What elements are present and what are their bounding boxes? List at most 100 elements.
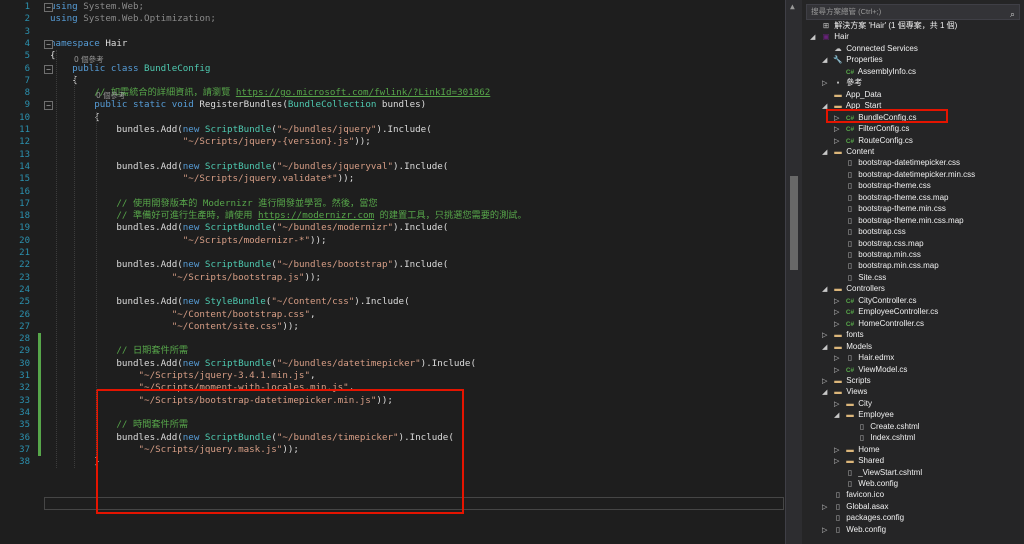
code-line[interactable]: "~/Scripts/jquery-3.4.1.min.js", xyxy=(50,370,316,382)
file-icon: ▯ xyxy=(847,181,853,191)
tree-item[interactable]: ▷ C# ViewModel.cs xyxy=(834,364,907,375)
tree-item[interactable]: ▯ bootstrap.min.css.map xyxy=(834,260,939,271)
tree-item[interactable]: ◢ ▣ Hair xyxy=(810,31,849,42)
code-line[interactable]: bundles.Add(new ScriptBundle("~/bundles/… xyxy=(50,124,431,136)
fold-collapse-icon[interactable]: − xyxy=(44,39,53,49)
tree-item[interactable]: ▯ packages.config xyxy=(822,512,904,523)
code-line[interactable]: // 使用開發版本的 Modernizr 進行開發並學習。然後，當您 xyxy=(50,198,377,210)
tree-item[interactable]: ▯ Index.cshtml xyxy=(846,432,915,443)
code-line[interactable]: // 準備好可進行生產時，請使用 https://modernizr.com 的… xyxy=(50,210,526,222)
collapsed-arrow-icon[interactable]: ▷ xyxy=(822,525,832,536)
tree-item[interactable]: ▯ Web.config xyxy=(834,478,898,489)
code-line[interactable]: public class BundleConfig xyxy=(50,63,210,75)
references-codelens[interactable]: 0 個參考 xyxy=(74,55,104,64)
expanded-arrow-icon[interactable]: ◢ xyxy=(834,410,844,421)
tree-item[interactable]: ◢ ▬ App_Start xyxy=(822,100,881,111)
code-line[interactable]: using System.Web.Optimization; xyxy=(50,13,216,25)
scrollbar-thumb[interactable] xyxy=(790,176,798,270)
code-line[interactable]: bundles.Add(new ScriptBundle("~/bundles/… xyxy=(50,259,448,271)
code-line[interactable]: using System.Web; xyxy=(50,1,144,13)
solution-search-input[interactable]: 搜尋方案總管 (Ctrl+;) ⌕ xyxy=(806,4,1020,20)
tree-item[interactable]: ▷ C# BundleConfig.cs xyxy=(834,112,916,123)
code-line[interactable]: namespace Hair xyxy=(50,38,127,50)
tree-item[interactable]: ▯ bootstrap.css xyxy=(834,226,906,237)
tree-item[interactable]: ▷ ▯ Hair.edmx xyxy=(834,352,894,363)
tree-item[interactable]: ▯ _ViewStart.cshtml xyxy=(834,467,922,478)
code-line[interactable]: bundles.Add(new ScriptBundle("~/bundles/… xyxy=(50,222,448,234)
tree-item[interactable]: ▷ ▪ 參考 xyxy=(822,77,862,88)
tree-item[interactable]: ▯ Create.cshtml xyxy=(846,421,920,432)
tree-item[interactable]: ◢ ▬ Controllers xyxy=(822,283,885,294)
tree-item[interactable]: ▯ bootstrap.min.css xyxy=(834,249,921,260)
code-line[interactable]: "~/Content/bootstrap.css", xyxy=(50,309,316,321)
code-line[interactable]: "~/Scripts/bootstrap-datetimepicker.min.… xyxy=(50,395,393,407)
code-line[interactable]: bundles.Add(new ScriptBundle("~/bundles/… xyxy=(50,358,476,370)
references-codelens[interactable]: 0 個參考 xyxy=(96,92,126,100)
tree-item[interactable]: C# AssemblyInfo.cs xyxy=(834,66,916,77)
tree-item[interactable]: ▷ C# CityController.cs xyxy=(834,295,916,306)
tree-item[interactable]: ▯ bootstrap-datetimepicker.min.css xyxy=(834,169,975,180)
tree-item[interactable]: ◢ ▬ Models xyxy=(822,341,872,352)
tree-item[interactable]: ◢ 🔧 Properties xyxy=(822,54,883,65)
fold-collapse-icon[interactable]: − xyxy=(44,101,53,111)
tree-item[interactable]: ▷ ▬ Shared xyxy=(834,455,884,466)
code-line[interactable]: "~/Scripts/modernizr-*")); xyxy=(50,235,327,247)
tree-item[interactable]: ▯ bootstrap.css.map xyxy=(834,238,924,249)
code-line[interactable]: "~/Scripts/bootstrap.js")); xyxy=(50,272,321,284)
tree-item[interactable]: ☁ Connected Services xyxy=(822,43,918,54)
code-line[interactable]: { xyxy=(50,50,56,62)
tree-item[interactable]: ▷ C# HomeController.cs xyxy=(834,318,924,329)
tree-item[interactable]: ▯ Site.css xyxy=(834,272,886,283)
file-icon: ▯ xyxy=(835,490,841,500)
code-link[interactable]: https://go.microsoft.com/fwlink/?LinkId=… xyxy=(236,87,490,98)
expanded-arrow-icon[interactable]: ◢ xyxy=(822,55,832,66)
editor-vertical-scrollbar[interactable]: ▲ xyxy=(785,0,802,544)
tree-item[interactable]: ▷ C# FilterConfig.cs xyxy=(834,123,909,134)
search-icon[interactable]: ⌕ xyxy=(1010,7,1015,21)
code-token: )); xyxy=(309,234,327,246)
code-editor[interactable]: 1 2 3 4 5 6 7 8 9 10 11 12 13 14 15 16 17 18 19 20 21 22 23 24 2… xyxy=(0,0,785,544)
tree-item[interactable]: ▯ bootstrap-datetimepicker.css xyxy=(834,157,960,168)
tree-item[interactable]: ◢ ▬ Views xyxy=(822,386,867,397)
expanded-arrow-icon[interactable]: ◢ xyxy=(822,147,832,158)
tree-item[interactable]: ▯ favicon.ico xyxy=(822,489,884,500)
tree-item[interactable]: ▷ ▯ Global.asax xyxy=(822,501,888,512)
code-line[interactable]: "~/Content/site.css")); xyxy=(50,321,299,333)
tree-item[interactable]: ▷ ▬ City xyxy=(834,398,872,409)
indent-guide xyxy=(96,111,97,457)
code-line[interactable]: bundles.Add(new StyleBundle("~/Content/c… xyxy=(50,296,409,308)
tree-item[interactable]: ▷ ▯ Web.config xyxy=(822,524,886,535)
tree-item[interactable]: ◢ ▬ Content xyxy=(822,146,874,157)
tree-item-label: City xyxy=(856,398,872,408)
tree-item[interactable]: ◢ ▬ Employee xyxy=(834,409,894,420)
code-line[interactable]: // 時間套件所需 xyxy=(50,419,188,431)
tree-item[interactable]: ▷ ▬ Home xyxy=(834,444,880,455)
expanded-arrow-icon[interactable]: ◢ xyxy=(810,32,820,43)
expanded-arrow-icon[interactable]: ◢ xyxy=(822,284,832,295)
code-line[interactable]: public static void RegisterBundles(Bundl… xyxy=(50,99,426,111)
tree-item[interactable]: ⊞ 解決方案 'Hair' (1 個專案，共 1 個) xyxy=(810,20,957,31)
tree-item[interactable]: ▯ bootstrap-theme.css.map xyxy=(834,192,949,203)
fold-collapse-icon[interactable]: − xyxy=(44,64,53,74)
code-line[interactable]: bundles.Add(new ScriptBundle("~/bundles/… xyxy=(50,161,448,173)
expanded-arrow-icon[interactable]: ◢ xyxy=(822,387,832,398)
tree-item[interactable]: ▷ C# EmployeeController.cs xyxy=(834,306,938,317)
code-token: bundles) xyxy=(376,99,427,111)
file-icon: ▯ xyxy=(847,192,853,202)
code-line[interactable]: // 日期套件所需 xyxy=(50,345,188,357)
tree-item[interactable]: ▷ ▬ Scripts xyxy=(822,375,871,386)
expanded-arrow-icon[interactable]: ◢ xyxy=(822,342,832,353)
tree-item[interactable]: ▯ bootstrap-theme.min.css xyxy=(834,203,946,214)
tree-item[interactable]: ▬ App_Data xyxy=(822,89,881,100)
code-link[interactable]: https://modernizr.com xyxy=(258,210,374,221)
code-line[interactable]: bundles.Add(new ScriptBundle("~/bundles/… xyxy=(50,432,454,444)
code-line[interactable]: "~/Scripts/jquery.mask.js")); xyxy=(50,444,299,456)
code-line[interactable]: "~/Scripts/jquery-{version}.js")); xyxy=(50,136,371,148)
tree-item[interactable]: ▷ C# RouteConfig.cs xyxy=(834,135,913,146)
scroll-up-icon[interactable]: ▲ xyxy=(790,2,795,11)
tree-item[interactable]: ▯ bootstrap-theme.css xyxy=(834,180,931,191)
tree-item[interactable]: ▷ ▬ fonts xyxy=(822,329,864,340)
tree-item[interactable]: ▯ bootstrap-theme.min.css.map xyxy=(834,215,964,226)
fold-collapse-icon[interactable]: − xyxy=(44,3,53,12)
expanded-arrow-icon[interactable]: ◢ xyxy=(822,101,832,112)
